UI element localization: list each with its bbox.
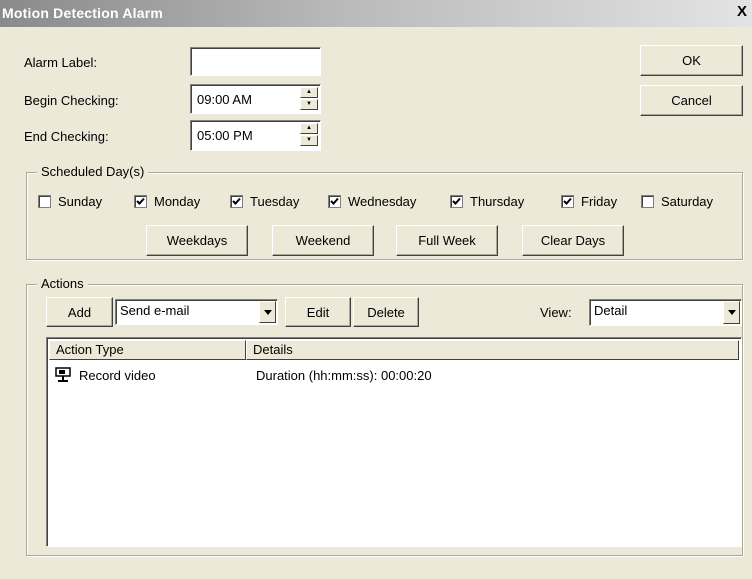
- view-label: View:: [540, 305, 572, 320]
- alarm-label-input[interactable]: [190, 47, 321, 76]
- list-item[interactable]: Record video Duration (hh:mm:ss): 00:00:…: [51, 367, 739, 385]
- scheduled-days-group: Scheduled Day(s): [26, 164, 743, 260]
- cancel-button[interactable]: Cancel: [640, 85, 743, 116]
- checkbox-saturday[interactable]: Saturday: [641, 194, 713, 209]
- begin-checking-label: Begin Checking:: [24, 93, 119, 108]
- alarm-label-label: Alarm Label:: [24, 55, 97, 70]
- column-action-type[interactable]: Action Type: [49, 340, 246, 360]
- checkbox-sunday[interactable]: Sunday: [38, 194, 102, 209]
- checkbox-box[interactable]: [38, 195, 51, 208]
- begin-checking-spinner[interactable]: ▲ ▼: [300, 87, 318, 111]
- details-cell: Duration (hh:mm:ss): 00:00:20: [256, 368, 432, 383]
- checkbox-label: Wednesday: [348, 194, 417, 209]
- end-checking-spinner[interactable]: ▲ ▼: [300, 123, 318, 148]
- actions-legend: Actions: [37, 276, 88, 291]
- title-bar: Motion Detection Alarm X: [0, 0, 752, 27]
- spin-down-icon[interactable]: ▼: [300, 99, 318, 110]
- window-title: Motion Detection Alarm: [2, 5, 163, 21]
- checkbox-label: Sunday: [58, 194, 103, 209]
- checkbox-label: Friday: [581, 194, 618, 209]
- scheduled-days-legend: Scheduled Day(s): [37, 164, 149, 179]
- weekdays-button[interactable]: Weekdays: [146, 225, 248, 256]
- checkbox-wednesday[interactable]: Wednesday: [328, 194, 416, 209]
- checkbox-thursday[interactable]: Thursday: [450, 194, 524, 209]
- list-header: Action Type Details: [49, 340, 739, 360]
- actions-list[interactable]: Action Type Details Record video Duratio…: [46, 337, 742, 547]
- checkbox-box[interactable]: [328, 195, 341, 208]
- full-week-button[interactable]: Full Week: [396, 225, 498, 256]
- begin-checking-input[interactable]: 09:00 AM ▲ ▼: [190, 84, 321, 114]
- spin-up-icon[interactable]: ▲: [300, 123, 318, 134]
- checkbox-label: Thursday: [470, 194, 525, 209]
- checkbox-label: Monday: [154, 194, 201, 209]
- close-icon[interactable]: X: [734, 4, 750, 20]
- action-type-select[interactable]: Send e-mail: [115, 299, 278, 325]
- checkbox-box[interactable]: [450, 195, 463, 208]
- checkbox-monday[interactable]: Monday: [134, 194, 200, 209]
- checkbox-box[interactable]: [561, 195, 574, 208]
- edit-button[interactable]: Edit: [285, 297, 351, 327]
- view-select[interactable]: Detail: [589, 299, 742, 326]
- add-button[interactable]: Add: [46, 297, 113, 327]
- action-type-value: Send e-mail: [120, 303, 190, 318]
- checkbox-box[interactable]: [230, 195, 243, 208]
- checkbox-friday[interactable]: Friday: [561, 194, 617, 209]
- view-value: Detail: [594, 303, 628, 318]
- delete-button[interactable]: Delete: [353, 297, 419, 327]
- spin-down-icon[interactable]: ▼: [300, 135, 318, 146]
- weekend-button[interactable]: Weekend: [272, 225, 374, 256]
- chevron-down-icon[interactable]: [259, 301, 276, 323]
- checkbox-label: Tuesday: [250, 194, 300, 209]
- action-type-cell: Record video: [79, 368, 156, 383]
- clear-days-button[interactable]: Clear Days: [522, 225, 624, 256]
- spin-up-icon[interactable]: ▲: [300, 87, 318, 98]
- chevron-down-icon[interactable]: [723, 301, 740, 324]
- ok-button[interactable]: OK: [640, 45, 743, 76]
- checkbox-tuesday[interactable]: Tuesday: [230, 194, 299, 209]
- camera-icon: [55, 367, 73, 387]
- checkbox-box[interactable]: [641, 195, 654, 208]
- end-checking-input[interactable]: 05:00 PM ▲ ▼: [190, 120, 321, 151]
- checkbox-label: Saturday: [661, 194, 714, 209]
- end-checking-label: End Checking:: [24, 129, 109, 144]
- checkbox-box[interactable]: [134, 195, 147, 208]
- column-details[interactable]: Details: [246, 340, 739, 360]
